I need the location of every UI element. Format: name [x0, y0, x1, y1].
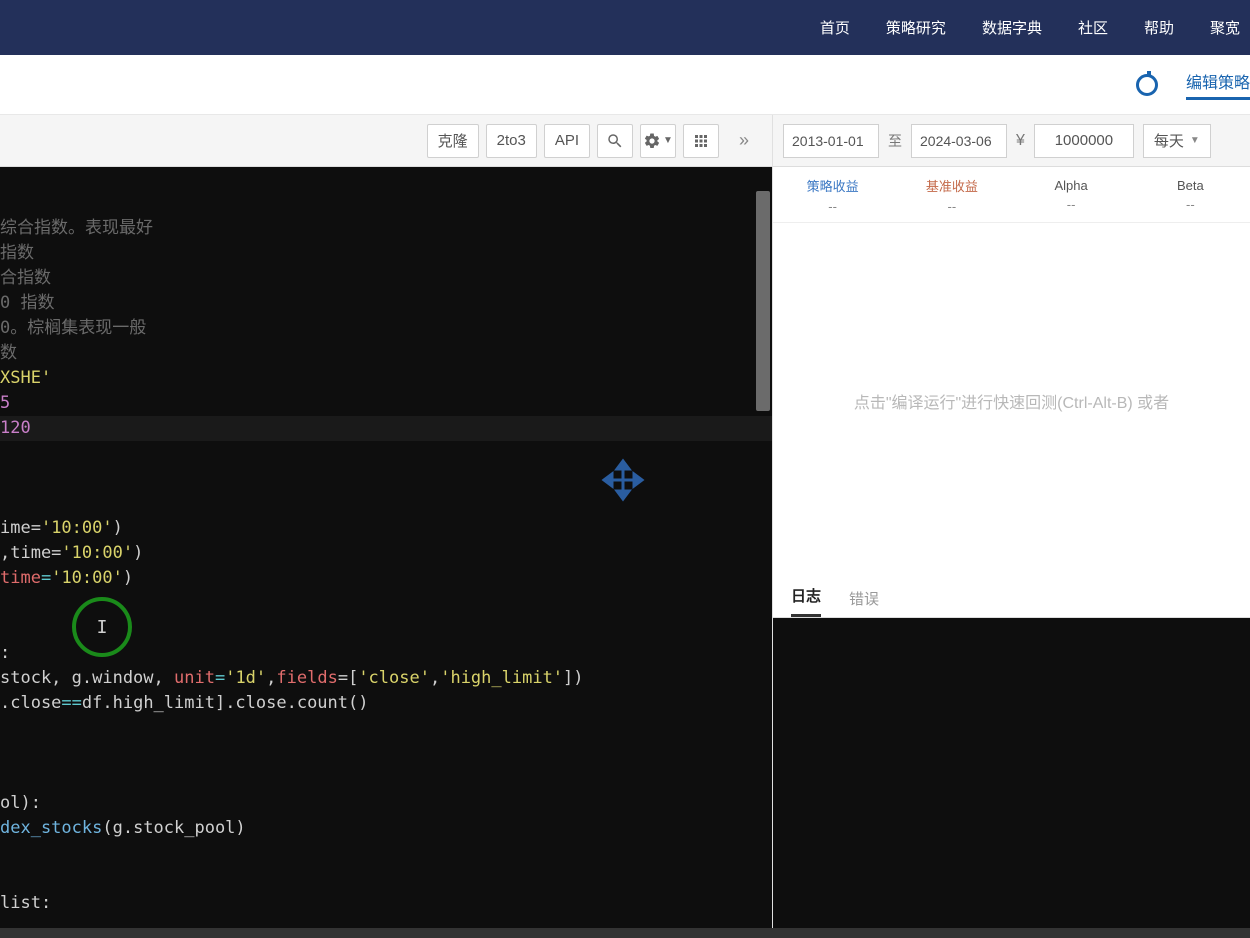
capital-input[interactable]	[1034, 124, 1134, 158]
search-button[interactable]	[597, 124, 633, 158]
metric-strategy-return: 策略收益 --	[773, 167, 892, 222]
chevron-right-icon: »	[739, 130, 749, 151]
nav-help[interactable]: 帮助	[1144, 17, 1174, 38]
backtest-controls: 至 ¥ 每天 ▼	[773, 115, 1250, 167]
nav-data-dict[interactable]: 数据字典	[982, 17, 1042, 38]
caret-down-icon: ▼	[663, 135, 673, 146]
nav-community[interactable]: 社区	[1078, 17, 1108, 38]
currency-label: ¥	[1016, 132, 1025, 150]
frequency-value: 每天	[1154, 130, 1184, 151]
code-editor[interactable]: 综合指数。表现最好 指数 合指数 0 指数 0。棕榈集表现一般 数 XSHE' …	[0, 167, 772, 938]
backtest-hint: 点击"编译运行"进行快速回测(Ctrl-Alt-B) 或者	[773, 223, 1250, 578]
date-from-input[interactable]	[783, 124, 879, 158]
metric-beta: Beta --	[1131, 167, 1250, 222]
search-icon	[606, 132, 624, 150]
log-output[interactable]	[773, 618, 1250, 938]
date-to-label: 至	[888, 131, 902, 151]
metric-benchmark-return: 基准收益 --	[892, 167, 1011, 222]
right-panel: 至 ¥ 每天 ▼ 策略收益 -- 基准收益 -- Alpha --	[772, 115, 1250, 938]
nav-home[interactable]: 首页	[820, 17, 850, 38]
collapse-button[interactable]: »	[726, 124, 762, 158]
log-tabs: 日志 错误	[773, 578, 1250, 618]
tab-log[interactable]: 日志	[791, 585, 821, 617]
frequency-select[interactable]: 每天 ▼	[1143, 124, 1211, 158]
nav-strategy-research[interactable]: 策略研究	[886, 17, 946, 38]
metrics-row: 策略收益 -- 基准收益 -- Alpha -- Beta --	[773, 167, 1250, 223]
grid-icon	[692, 132, 710, 150]
stopwatch-icon[interactable]	[1136, 74, 1158, 96]
date-to-input[interactable]	[911, 124, 1007, 158]
editor-content: 综合指数。表现最好 指数 合指数 0 指数 0。棕榈集表现一般 数 XSHE' …	[0, 167, 772, 938]
sub-bar: 编辑策略	[0, 55, 1250, 115]
editor-scrollbar[interactable]	[756, 191, 770, 411]
tab-error[interactable]: 错误	[849, 588, 879, 617]
top-nav: 首页 策略研究 数据字典 社区 帮助 聚宽	[0, 0, 1250, 55]
2to3-button[interactable]: 2to3	[486, 124, 537, 158]
nav-joinquant[interactable]: 聚宽	[1210, 17, 1240, 38]
status-bar	[0, 928, 1250, 938]
main-area: 克隆 2to3 API ▼ » 综合指数。表现最好 指数 合指数 0 指数 0。…	[0, 115, 1250, 938]
left-panel: 克隆 2to3 API ▼ » 综合指数。表现最好 指数 合指数 0 指数 0。…	[0, 115, 772, 938]
api-button[interactable]: API	[544, 124, 590, 158]
edit-strategy-tab[interactable]: 编辑策略	[1186, 69, 1250, 100]
editor-toolbar: 克隆 2to3 API ▼ »	[0, 115, 772, 167]
clone-button[interactable]: 克隆	[427, 124, 479, 158]
gear-icon	[643, 132, 661, 150]
metric-alpha: Alpha --	[1012, 167, 1131, 222]
settings-button[interactable]: ▼	[640, 124, 676, 158]
grid-button[interactable]	[683, 124, 719, 158]
caret-down-icon: ▼	[1190, 135, 1200, 146]
